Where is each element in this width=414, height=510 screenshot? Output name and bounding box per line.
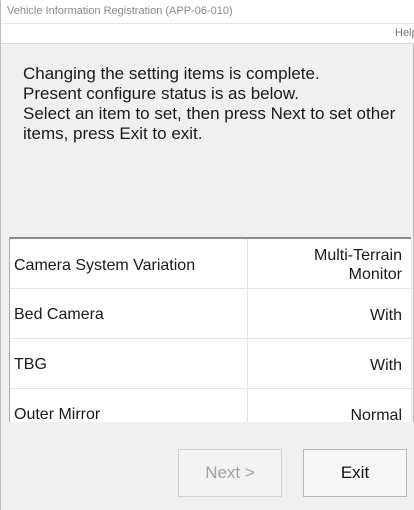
message-line-2: Present configure status is as below. xyxy=(23,84,299,103)
message-line-3: Select an item to set, then press Next t… xyxy=(23,104,396,143)
next-button[interactable]: Next > xyxy=(178,449,282,497)
setting-name: Bed Camera xyxy=(14,306,104,323)
column-divider xyxy=(247,289,248,338)
column-divider xyxy=(247,339,248,388)
setting-value: With xyxy=(370,357,402,374)
button-bar: Next > Exit xyxy=(1,422,414,510)
exit-button[interactable]: Exit xyxy=(303,449,407,497)
settings-row-outer-mirror[interactable]: Outer Mirror Normal xyxy=(10,389,411,422)
help-menu[interactable]: Help xyxy=(395,27,414,39)
setting-value-line-2: Monitor xyxy=(348,266,402,283)
setting-name: Camera System Variation xyxy=(14,257,196,274)
app-window: Vehicle Information Registration (APP-06… xyxy=(0,0,414,510)
settings-table: Camera System Variation Multi-Terrain Mo… xyxy=(9,237,411,422)
setting-value: Multi-Terrain Monitor xyxy=(250,246,402,284)
menu-bar: Help xyxy=(1,24,414,44)
message-line-1: Changing the setting items is complete. xyxy=(23,64,320,83)
settings-row-camera-system-variation[interactable]: Camera System Variation Multi-Terrain Mo… xyxy=(10,239,411,289)
instruction-message: Changing the setting items is complete. … xyxy=(23,64,403,144)
setting-name: Outer Mirror xyxy=(14,406,101,422)
setting-value: With xyxy=(370,307,402,324)
settings-row-bed-camera[interactable]: Bed Camera With xyxy=(10,289,411,339)
message-panel: Changing the setting items is complete. … xyxy=(9,44,409,237)
settings-row-tbg[interactable]: TBG With xyxy=(10,339,411,389)
setting-name: TBG xyxy=(14,356,47,373)
window-title: Vehicle Information Registration (APP-06… xyxy=(7,5,233,17)
setting-value: Normal xyxy=(350,407,402,422)
column-divider xyxy=(247,389,248,422)
column-divider xyxy=(247,239,248,288)
setting-value-line-1: Multi-Terrain xyxy=(313,247,402,264)
title-bar: Vehicle Information Registration (APP-06… xyxy=(1,0,414,24)
